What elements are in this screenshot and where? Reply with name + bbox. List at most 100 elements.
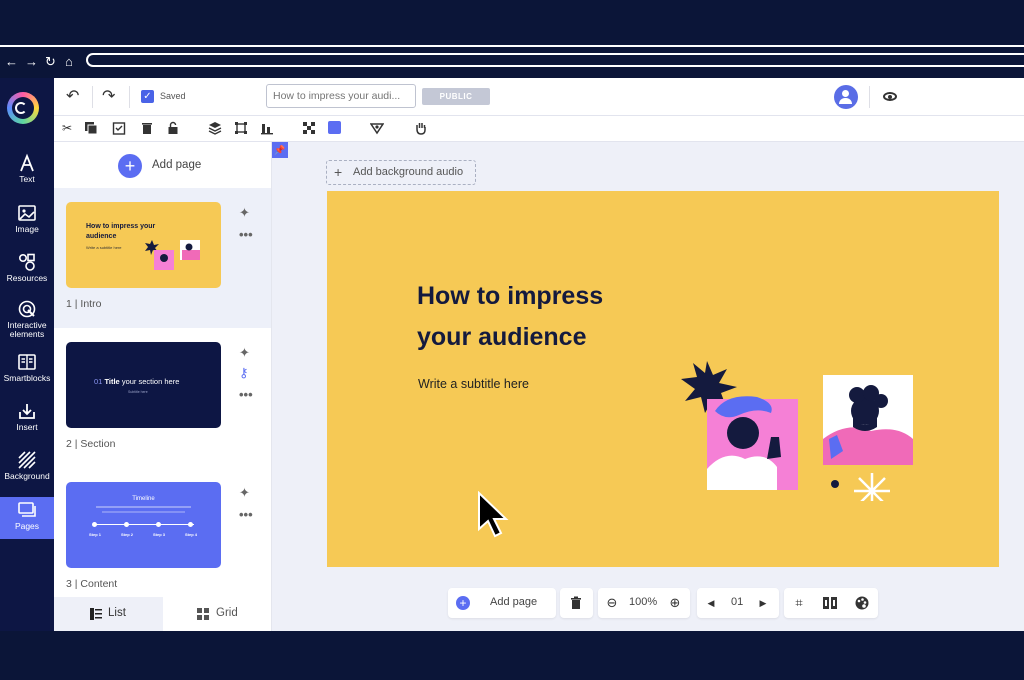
slide-illustration[interactable] xyxy=(667,341,927,501)
slide-caption: 3 | Content xyxy=(66,578,118,590)
thumb-text-line xyxy=(102,511,185,513)
back-arrow-icon[interactable]: ← xyxy=(5,55,18,69)
rail-item-insert[interactable]: Insert xyxy=(0,398,54,444)
bottom-add-page-button[interactable]: + Add page xyxy=(448,588,556,618)
select-all-icon[interactable] xyxy=(112,121,126,135)
browser-toolbar: ← → ↻ ⌂ xyxy=(0,45,1024,79)
more-options-icon[interactable]: ••• xyxy=(239,388,253,401)
slide-thumbnail[interactable]: Timeline Step 1 Step 2 Step 3 Step 4 xyxy=(66,482,221,568)
plus-icon: + xyxy=(334,164,343,180)
plus-icon: + xyxy=(456,596,470,610)
pages-icon xyxy=(18,502,36,517)
add-background-audio-button[interactable]: + Add background audio xyxy=(326,160,476,185)
pages-panel: + Add page How to impress your audience … xyxy=(54,142,272,631)
presentation-title-input[interactable] xyxy=(266,84,416,108)
animation-icon[interactable] xyxy=(370,121,384,135)
visibility-badge[interactable]: PUBLIC xyxy=(422,88,490,105)
rail-item-pages[interactable]: Pages xyxy=(0,497,54,539)
delete-icon[interactable] xyxy=(140,121,154,135)
more-options-icon[interactable]: ••• xyxy=(239,228,253,241)
magic-wand-icon[interactable]: ✦ xyxy=(239,486,250,499)
add-collaborator-icon[interactable] xyxy=(834,85,858,109)
redo-icon[interactable]: ↷ xyxy=(102,89,115,105)
page-number: 01 xyxy=(731,596,744,608)
rail-item-text[interactable]: Text xyxy=(0,150,54,196)
tab-grid[interactable]: Grid xyxy=(163,597,271,631)
align-icon[interactable] xyxy=(260,121,274,135)
slide-subtitle[interactable]: Write a subtitle here xyxy=(418,377,529,391)
top-toolbar: ↶ ↷ ✓ Saved PUBLIC xyxy=(54,78,1024,116)
slide-thumbnail-row[interactable]: Timeline Step 1 Step 2 Step 3 Step 4 3 |… xyxy=(54,468,271,608)
image-icon xyxy=(18,205,36,221)
magic-wand-icon[interactable]: ✦ xyxy=(239,346,250,359)
toolbar-divider xyxy=(92,86,93,108)
interactive-icon xyxy=(18,300,36,318)
thumb-timeline-dot xyxy=(124,522,129,527)
page-navigator: ◀ 01 ▶ xyxy=(697,588,779,618)
magic-wand-icon[interactable]: ✦ xyxy=(239,206,250,219)
browser-top-border xyxy=(0,45,1024,47)
thumb-subtitle: Subtitle here xyxy=(128,390,148,394)
thumb-step-label: Step 4 xyxy=(185,532,198,537)
toolbar-divider xyxy=(129,86,130,108)
trash-icon xyxy=(571,596,581,609)
slide-canvas[interactable]: How to impress your audience Write a sub… xyxy=(327,191,999,567)
slide-caption: 2 | Section xyxy=(66,438,116,450)
tab-list[interactable]: List xyxy=(54,597,163,631)
editor-window: Text Image Resources Interactive element… xyxy=(0,78,1024,631)
palette-icon[interactable] xyxy=(854,595,870,611)
slide-caption: 1 | Intro xyxy=(66,298,102,310)
undo-icon[interactable]: ↶ xyxy=(66,89,79,105)
slide-thumbnail-row[interactable]: How to impress your audience Write a sub… xyxy=(54,188,271,328)
smartblocks-icon xyxy=(18,354,36,370)
cut-icon[interactable]: ✂ xyxy=(60,121,74,135)
bottom-delete-button[interactable] xyxy=(560,588,593,618)
thumb-timeline-line xyxy=(94,524,194,525)
rail-item-background[interactable]: Background xyxy=(0,447,54,493)
slide-thumbnail[interactable]: How to impress your audience Write a sub… xyxy=(66,202,221,288)
preview-eye-icon[interactable] xyxy=(883,92,897,101)
insert-icon xyxy=(19,404,35,419)
pin-icon[interactable]: 📌 xyxy=(272,142,288,158)
grid-icon xyxy=(197,608,209,620)
compare-icon[interactable] xyxy=(822,595,838,611)
toolbar-divider xyxy=(869,86,870,108)
duplicate-icon[interactable] xyxy=(84,121,98,135)
thumb-title: Timeline xyxy=(132,496,155,502)
plus-icon: + xyxy=(118,154,142,178)
home-icon[interactable]: ⌂ xyxy=(65,55,73,69)
fit-to-screen-icon[interactable]: ⌗ xyxy=(791,595,807,611)
thumb-timeline-dot xyxy=(156,522,161,527)
key-icon[interactable]: ⚷ xyxy=(239,366,249,379)
rail-item-resources[interactable]: Resources xyxy=(0,249,54,295)
transparency-icon[interactable] xyxy=(302,121,316,135)
more-options-icon[interactable]: ••• xyxy=(239,508,253,521)
rail-item-interactive-elements[interactable]: Interactive elements xyxy=(0,296,54,348)
rail-item-image[interactable]: Image xyxy=(0,200,54,246)
reload-icon[interactable]: ↻ xyxy=(45,55,56,69)
layers-icon[interactable] xyxy=(208,121,222,135)
zoom-in-icon[interactable]: ⊕ xyxy=(667,595,683,611)
thumb-timeline-dot xyxy=(92,522,97,527)
zoom-level: 100% xyxy=(629,596,658,608)
zoom-out-icon[interactable]: ⊖ xyxy=(604,595,620,611)
slide-thumbnail[interactable]: 01 Title your section here Subtitle here xyxy=(66,342,221,428)
rail-item-smartblocks[interactable]: Smartblocks xyxy=(0,349,54,395)
app-logo-icon[interactable] xyxy=(7,92,39,124)
view-tools: ⌗ xyxy=(784,588,878,618)
thumb-step-label: Step 1 xyxy=(89,532,102,537)
lock-icon[interactable] xyxy=(166,121,180,135)
next-page-icon[interactable]: ▶ xyxy=(755,595,771,611)
thumb-timeline-dot xyxy=(188,522,193,527)
saved-check-icon: ✓ xyxy=(141,90,154,103)
address-bar[interactable] xyxy=(86,53,1024,67)
color-swatch[interactable] xyxy=(328,121,341,134)
hand-icon[interactable] xyxy=(414,121,428,135)
group-icon[interactable] xyxy=(234,121,248,135)
background-icon xyxy=(18,451,36,469)
forward-arrow-icon[interactable]: → xyxy=(25,55,38,69)
slide-thumbnail-row[interactable]: 01 Title your section here Subtitle here… xyxy=(54,328,271,468)
resources-icon xyxy=(18,253,35,271)
panel-view-tabs: List Grid xyxy=(54,597,271,631)
previous-page-icon[interactable]: ◀ xyxy=(703,595,719,611)
